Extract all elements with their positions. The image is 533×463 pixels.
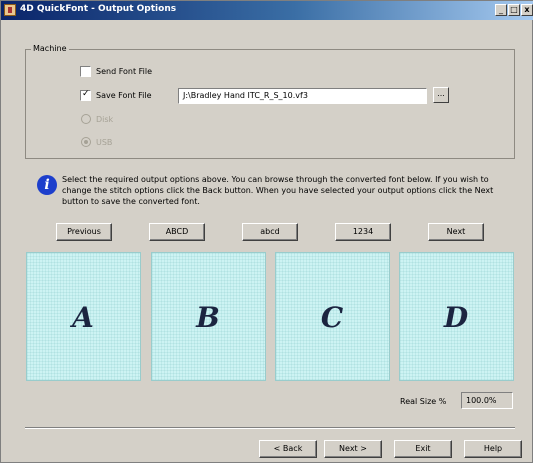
- back-button[interactable]: < Back: [259, 440, 317, 458]
- previous-button[interactable]: Previous: [56, 223, 112, 241]
- disk-radio[interactable]: [81, 114, 91, 124]
- glyph-preview: D: [443, 301, 470, 334]
- info-message: Select the required output options above…: [62, 175, 494, 206]
- real-size-label: Real Size %: [400, 397, 447, 406]
- window-title: 4D QuickFont - Output Options: [20, 4, 177, 14]
- uppercase-button-label: ABCD: [165, 227, 189, 236]
- glyph-panel-4[interactable]: D: [399, 252, 514, 381]
- glyph-preview: B: [196, 301, 221, 334]
- exit-button[interactable]: Exit: [394, 440, 452, 458]
- app-icon: [4, 4, 16, 16]
- glyph-panel-3[interactable]: C: [275, 252, 390, 381]
- previous-button-label: Previous: [67, 227, 101, 236]
- uppercase-button[interactable]: ABCD: [149, 223, 205, 241]
- output-options-window: 4D QuickFont - Output Options _ □ x Mach…: [0, 0, 533, 463]
- save-font-file-label[interactable]: Save Font File: [96, 91, 152, 100]
- help-button-label: Help: [483, 444, 503, 453]
- save-font-file-checkbox[interactable]: [80, 89, 91, 101]
- title-bar[interactable]: 4D QuickFont - Output Options _ □ x: [1, 1, 533, 20]
- lowercase-button-label: abcd: [260, 227, 280, 236]
- disk-label[interactable]: Disk: [96, 115, 113, 124]
- lowercase-button[interactable]: abcd: [242, 223, 298, 241]
- usb-radio[interactable]: [81, 137, 91, 147]
- digits-button[interactable]: 1234: [335, 223, 391, 241]
- maximize-button[interactable]: □: [508, 4, 520, 16]
- next-button[interactable]: Next >: [324, 440, 382, 458]
- machine-group-label: Machine: [31, 44, 69, 53]
- info-icon: i: [37, 175, 57, 195]
- minimize-button[interactable]: _: [495, 4, 507, 16]
- send-font-file-checkbox[interactable]: [80, 66, 91, 77]
- glyph-preview: C: [320, 301, 345, 334]
- font-file-path-field[interactable]: J:\Bradley Hand ITC_R_S_10.vf3: [178, 88, 427, 104]
- next-page-button-label: Next: [446, 227, 466, 236]
- glyph-panel-2[interactable]: B: [151, 252, 266, 381]
- browse-path-button[interactable]: ...: [433, 87, 449, 103]
- digits-button-label: 1234: [352, 227, 374, 236]
- send-font-file-label[interactable]: Send Font File: [96, 67, 152, 76]
- next-page-button[interactable]: Next: [428, 223, 484, 241]
- footer-separator: [25, 427, 515, 429]
- close-button[interactable]: x: [521, 4, 533, 16]
- glyph-preview: A: [72, 301, 95, 334]
- back-button-label: < Back: [273, 444, 303, 453]
- next-button-label: Next >: [339, 444, 367, 453]
- usb-label[interactable]: USB: [96, 138, 112, 147]
- exit-button-label: Exit: [415, 444, 431, 453]
- real-size-value: 100.0%: [461, 392, 513, 409]
- help-button[interactable]: Help: [464, 440, 522, 458]
- glyph-panel-1[interactable]: A: [26, 252, 141, 381]
